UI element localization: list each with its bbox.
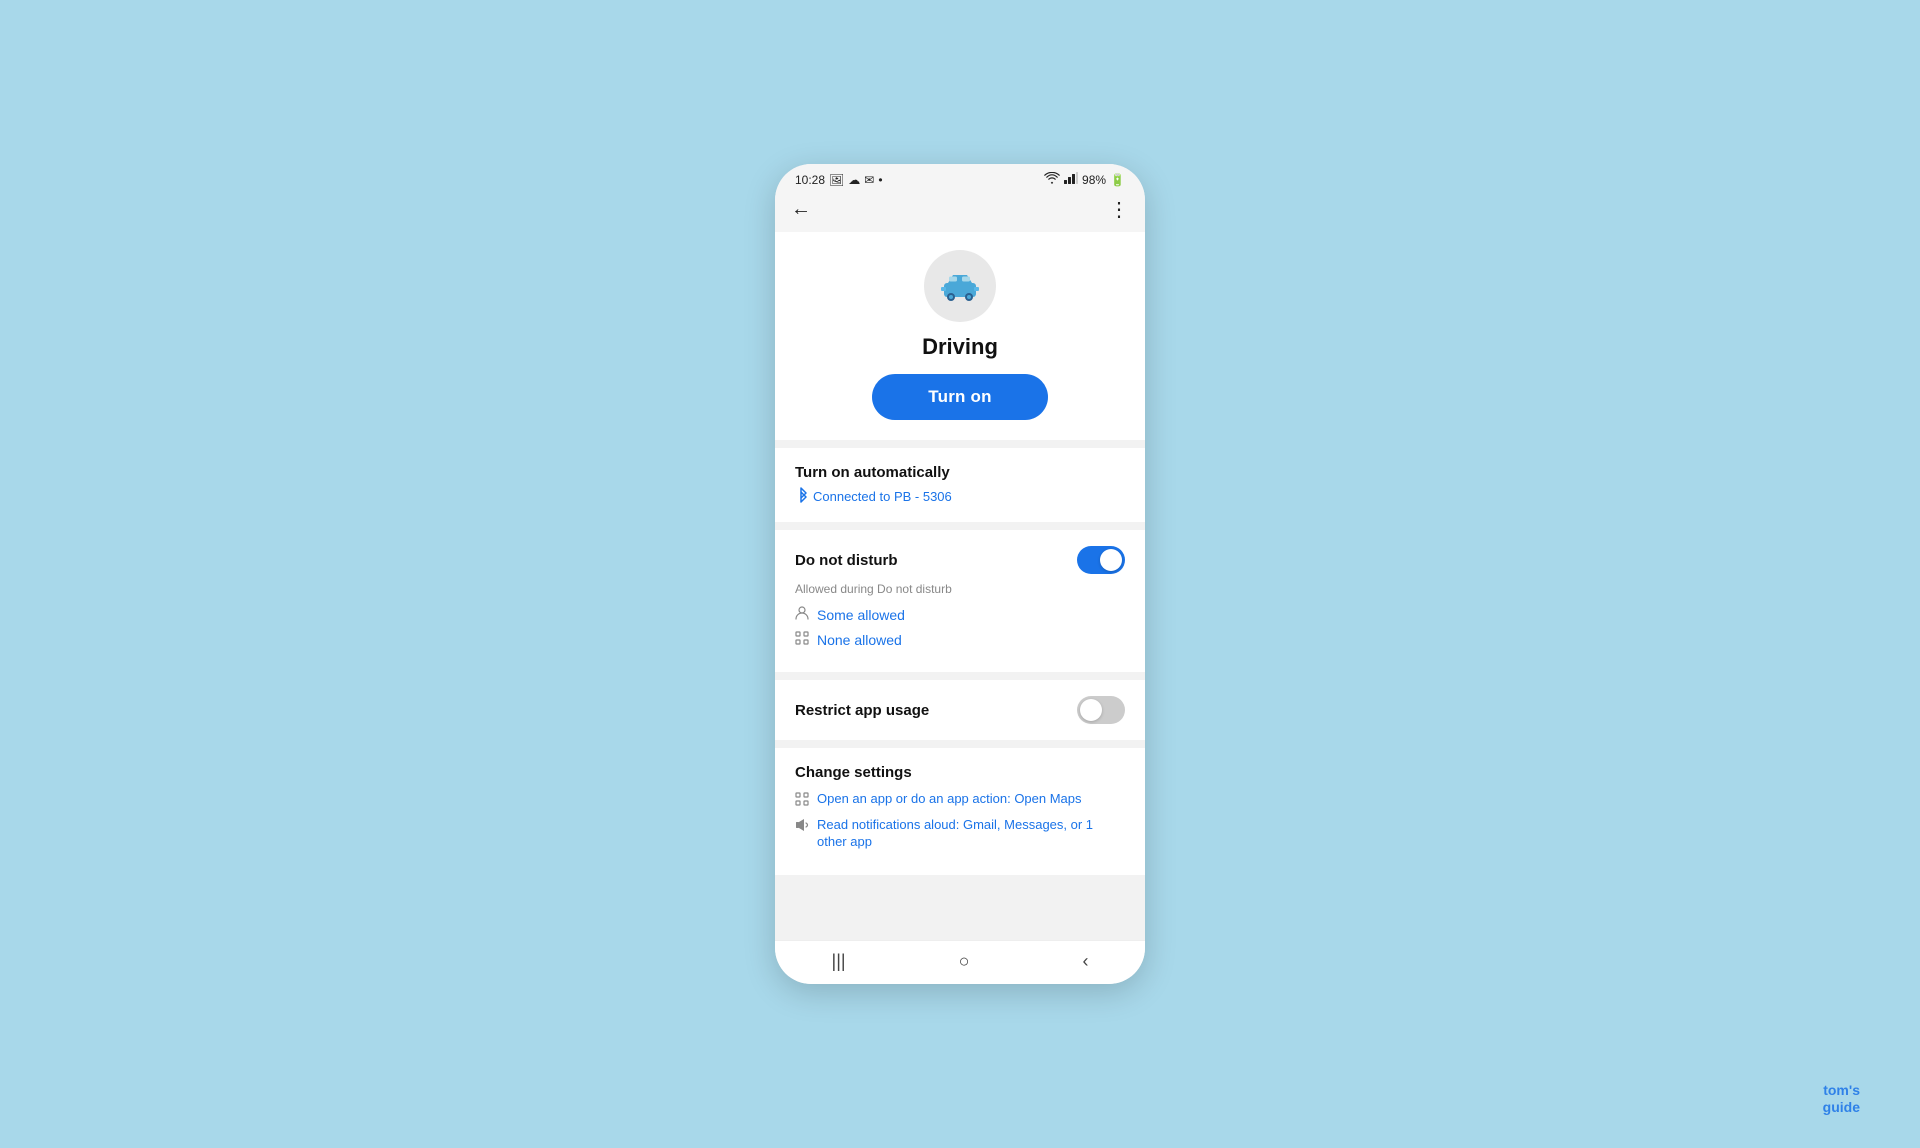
content-area: Turn on automatically Connected to PB - … <box>775 448 1145 940</box>
watermark-line2: guide <box>1823 1099 1860 1115</box>
app-header: ← ⋮ <box>775 191 1145 232</box>
battery-text: 98% <box>1082 173 1106 187</box>
restrict-row: Restrict app usage <box>795 696 1125 724</box>
restrict-toggle[interactable] <box>1077 696 1125 724</box>
bluetooth-icon <box>795 487 807 506</box>
back-button[interactable]: ← <box>791 198 811 221</box>
open-app-text: Open an app or do an app action: Open Ma… <box>817 791 1082 808</box>
apps-icon-settings <box>795 792 809 809</box>
dot-indicator: • <box>878 173 882 187</box>
none-allowed-item[interactable]: None allowed <box>795 631 1125 648</box>
dnd-toggle-slider[interactable] <box>1077 546 1125 574</box>
signal-icon <box>1064 172 1078 187</box>
page-title: Driving <box>922 334 998 360</box>
open-app-item[interactable]: Open an app or do an app action: Open Ma… <box>795 791 1125 809</box>
none-allowed-text: None allowed <box>817 632 902 648</box>
person-icon <box>795 606 809 623</box>
bluetooth-device-text: Connected to PB - 5306 <box>813 489 952 504</box>
home-button[interactable]: ○ <box>959 951 970 972</box>
change-settings-title: Change settings <box>795 764 1125 781</box>
status-left: 10:28 🖼 ☁ ✉ • <box>795 173 883 187</box>
some-allowed-item[interactable]: Some allowed <box>795 606 1125 623</box>
some-allowed-text: Some allowed <box>817 607 905 623</box>
turn-on-button[interactable]: Turn on <box>872 374 1047 420</box>
recents-button[interactable]: ||| <box>832 951 846 972</box>
status-right: 98% 🔋 <box>1044 172 1125 187</box>
cloud-icon: ☁ <box>848 173 860 187</box>
battery-icon: 🔋 <box>1110 173 1125 187</box>
watermark: tom's guide <box>1823 1082 1860 1116</box>
dnd-header: Do not disturb <box>795 546 1125 574</box>
more-options-button[interactable]: ⋮ <box>1109 197 1129 222</box>
car-icon-wrapper <box>924 250 996 322</box>
restrict-toggle-slider[interactable] <box>1077 696 1125 724</box>
restrict-app-usage-section: Restrict app usage <box>775 680 1145 740</box>
apps-icon-dnd <box>795 631 809 648</box>
mail-icon: ✉ <box>864 173 874 187</box>
change-settings-section: Change settings Open an app or do an app… <box>775 748 1145 875</box>
bottom-navigation: ||| ○ ‹ <box>775 940 1145 984</box>
photo-icon: 🖼 <box>829 173 844 187</box>
watermark-line1: tom's <box>1823 1082 1860 1098</box>
speaker-icon <box>795 818 809 835</box>
dnd-toggle[interactable] <box>1077 546 1125 574</box>
read-notifications-item[interactable]: Read notifications aloud: Gmail, Message… <box>795 817 1125 851</box>
status-bar: 10:28 🖼 ☁ ✉ • <box>775 164 1145 191</box>
time-display: 10:28 <box>795 173 825 187</box>
back-nav-button[interactable]: ‹ <box>1082 951 1088 972</box>
wifi-icon <box>1044 172 1060 187</box>
hero-section: Driving Turn on <box>775 232 1145 440</box>
dnd-subtitle: Allowed during Do not disturb <box>795 582 1125 596</box>
turn-on-automatically-title: Turn on automatically <box>795 464 1125 481</box>
car-icon <box>940 266 980 306</box>
dnd-title: Do not disturb <box>795 552 897 569</box>
bluetooth-row[interactable]: Connected to PB - 5306 <box>795 487 1125 506</box>
read-notifications-text: Read notifications aloud: Gmail, Message… <box>817 817 1125 851</box>
do-not-disturb-section: Do not disturb Allowed during Do not dis… <box>775 530 1145 672</box>
turn-on-automatically-section: Turn on automatically Connected to PB - … <box>775 448 1145 522</box>
restrict-title: Restrict app usage <box>795 702 929 719</box>
